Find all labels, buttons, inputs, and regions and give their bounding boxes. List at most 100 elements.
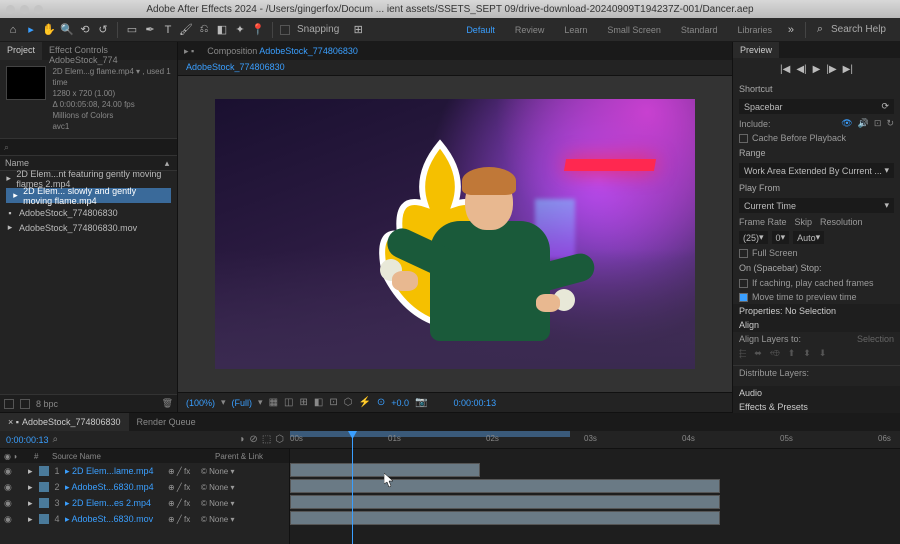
shape-tool-icon[interactable]: ▭: [125, 23, 139, 37]
layer-panel-icon[interactable]: ▸ ▪: [178, 44, 200, 59]
hand-tool-icon[interactable]: ✋: [42, 23, 56, 37]
project-item[interactable]: ▸2D Elem...nt featuring gently moving fl…: [0, 171, 177, 186]
project-search[interactable]: ⌕: [0, 138, 177, 156]
work-area-bar[interactable]: [290, 431, 570, 437]
shy-icon[interactable]: ◗: [239, 434, 245, 445]
orbit-tool-icon[interactable]: ⟲: [78, 23, 92, 37]
transparency-grid-icon[interactable]: ▦: [269, 397, 278, 408]
audio-toggle-icon[interactable]: 🔊: [858, 118, 869, 129]
project-item[interactable]: ▸AdobeStock_774806830.mov: [0, 220, 177, 235]
fullscreen-checkbox[interactable]: [739, 249, 748, 258]
search-icon[interactable]: ⌕: [813, 23, 827, 37]
video-toggle-icon[interactable]: 👁: [841, 118, 852, 129]
align-vcenter-icon[interactable]: ⬍: [803, 348, 811, 359]
layer-track-bar[interactable]: [290, 511, 720, 525]
layer-row[interactable]: ◉▸2▸ AdobeSt...6830.mp4⊕ ╱ fx© None ▾: [0, 479, 289, 495]
layer-row[interactable]: ◉▸4▸ AdobeSt...6830.mov⊕ ╱ fx© None ▾: [0, 511, 289, 527]
overlay-toggle-icon[interactable]: ⊡: [874, 118, 882, 129]
first-frame-icon[interactable]: |◀: [780, 64, 790, 75]
snapshot-icon[interactable]: 📷: [415, 397, 427, 408]
workspace-default[interactable]: Default: [458, 23, 503, 37]
mask-toggle-icon[interactable]: ◫: [284, 397, 293, 408]
skip-dropdown[interactable]: 0 ▾: [772, 231, 790, 244]
effects-header[interactable]: Effects & Presets: [733, 400, 900, 414]
cache-checkbox[interactable]: [739, 134, 748, 143]
tab-preview[interactable]: Preview: [733, 42, 779, 58]
tab-effect-controls[interactable]: Effect Controls AdobeStock_774: [42, 42, 177, 60]
resolution-dropdown[interactable]: (Full): [232, 398, 253, 408]
snapping-checkbox[interactable]: [280, 25, 290, 35]
exposure-value[interactable]: +0.0: [391, 398, 409, 408]
framerate-dropdown[interactable]: (25) ▾: [739, 231, 768, 244]
snap-opt-icon[interactable]: ⊞: [351, 23, 365, 37]
render-queue-tab[interactable]: Render Queue: [129, 413, 204, 431]
magnification-dropdown[interactable]: (100%): [186, 398, 215, 408]
layer-track-bar[interactable]: [290, 495, 720, 509]
search-help[interactable]: Search Help: [831, 24, 886, 35]
workspace-learn[interactable]: Learn: [556, 23, 595, 37]
trash-icon[interactable]: 🗑: [162, 398, 173, 409]
bpc-toggle[interactable]: 8 bpc: [36, 399, 58, 409]
range-dropdown[interactable]: Work Area Extended By Current ...▾: [739, 163, 894, 178]
color-mgmt-icon[interactable]: ⊙: [377, 397, 385, 408]
align-top-icon[interactable]: ⬆: [788, 348, 796, 359]
rotate-tool-icon[interactable]: ↺: [96, 23, 110, 37]
pen-tool-icon[interactable]: ✒: [143, 23, 157, 37]
interpret-icon[interactable]: [4, 399, 14, 409]
viewer-timecode[interactable]: 0:00:00:13: [454, 398, 497, 408]
layer-track-bar[interactable]: [290, 479, 720, 493]
timeline-timecode[interactable]: 0:00:00:13: [6, 435, 49, 445]
properties-header[interactable]: Properties: No Selection: [733, 304, 900, 318]
project-item[interactable]: ▪AdobeStock_774806830: [0, 205, 177, 220]
clone-tool-icon[interactable]: ⎌: [197, 23, 211, 37]
playfrom-dropdown[interactable]: Current Time▾: [739, 198, 894, 213]
roto-tool-icon[interactable]: ✦: [233, 23, 247, 37]
align-right-icon[interactable]: ⬲: [770, 348, 780, 359]
selection-tool-icon[interactable]: ▸: [24, 23, 38, 37]
align-left-icon[interactable]: ⬱: [739, 348, 746, 359]
align-hcenter-icon[interactable]: ⬌: [754, 348, 762, 359]
draft-icon[interactable]: ⚡: [358, 397, 370, 408]
current-time-indicator[interactable]: [352, 431, 353, 544]
next-frame-icon[interactable]: |▶: [826, 64, 836, 75]
eraser-tool-icon[interactable]: ◧: [215, 23, 229, 37]
channel-icon[interactable]: ◧: [314, 397, 323, 408]
res-dropdown[interactable]: Auto ▾: [793, 231, 824, 244]
align-bottom-icon[interactable]: ⬇: [819, 348, 827, 359]
comp-tab[interactable]: Composition AdobeStock_774806830: [200, 43, 365, 59]
flowchart-bar[interactable]: AdobeStock_774806830: [178, 60, 732, 76]
audio-header[interactable]: Audio: [733, 386, 900, 400]
tab-project[interactable]: Project: [0, 42, 42, 60]
opt1-checkbox[interactable]: [739, 279, 748, 288]
brush-tool-icon[interactable]: 🖌: [179, 23, 193, 37]
project-item[interactable]: ▸2D Elem... slowly and gently moving fla…: [6, 188, 171, 203]
play-icon[interactable]: ▶: [813, 64, 821, 75]
close-dot[interactable]: [6, 5, 15, 14]
workspace-review[interactable]: Review: [507, 23, 553, 37]
shortcut-dropdown[interactable]: Spacebar⟳: [739, 99, 894, 114]
interpret2-icon[interactable]: [20, 399, 30, 409]
last-frame-icon[interactable]: ▶|: [843, 64, 853, 75]
3d-icon[interactable]: ⬡: [344, 397, 353, 408]
3dlayer-icon[interactable]: ⬡: [275, 434, 284, 445]
puppet-tool-icon[interactable]: 📍: [251, 23, 265, 37]
layer-row[interactable]: ◉▸3▸ 2D Elem...es 2.mp4⊕ ╱ fx© None ▾: [0, 495, 289, 511]
workspace-menu-icon[interactable]: »: [784, 23, 798, 37]
blur-icon[interactable]: ⊘: [249, 434, 257, 445]
zoom-tool-icon[interactable]: 🔍: [60, 23, 74, 37]
timeline-tab[interactable]: × ▪ AdobeStock_774806830: [0, 413, 129, 431]
workspace-small[interactable]: Small Screen: [599, 23, 669, 37]
guides-icon[interactable]: ⊞: [299, 397, 307, 408]
workspace-libraries[interactable]: Libraries: [729, 23, 780, 37]
search-layers-icon[interactable]: ⌕: [53, 434, 59, 445]
loop-icon[interactable]: ↻: [886, 118, 894, 129]
max-dot[interactable]: [34, 5, 43, 14]
workspace-standard[interactable]: Standard: [673, 23, 726, 37]
graph-icon[interactable]: ⬚: [262, 434, 271, 445]
prev-frame-icon[interactable]: ◀|: [796, 64, 806, 75]
opt2-checkbox[interactable]: [739, 293, 748, 302]
layer-row[interactable]: ◉▸1▸ 2D Elem...lame.mp4⊕ ╱ fx© None ▾: [0, 463, 289, 479]
timeline-ruler[interactable]: 00s01s02s03s04s05s06s: [290, 431, 900, 448]
timeline-tracks[interactable]: [290, 449, 900, 544]
type-tool-icon[interactable]: T: [161, 23, 175, 37]
